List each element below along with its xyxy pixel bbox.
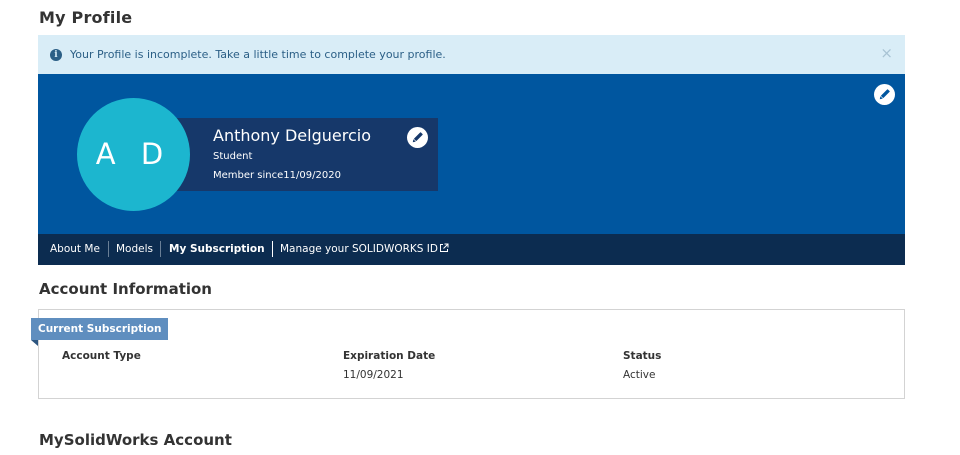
status-header: Status (623, 350, 662, 362)
mysolidworks-account-title: MySolidWorks Account (39, 431, 232, 449)
tab-about-me[interactable]: About Me (50, 243, 100, 255)
tab-my-subscription[interactable]: My Subscription (169, 243, 265, 255)
profile-name: Anthony Delguercio (213, 126, 371, 145)
member-since: Member since11/09/2020 (213, 170, 341, 181)
external-link-icon (439, 243, 449, 252)
divider (160, 241, 161, 257)
page-title: My Profile (39, 8, 133, 27)
tab-models[interactable]: Models (116, 243, 153, 255)
alert-message: Your Profile is incomplete. Take a littl… (70, 48, 446, 61)
pencil-icon (879, 89, 890, 100)
account-type-header: Account Type (62, 350, 141, 362)
profile-banner: A D Anthony Delguercio Student Member si… (38, 74, 905, 234)
pencil-icon (412, 132, 423, 143)
divider (272, 241, 273, 257)
incomplete-profile-alert: i Your Profile is incomplete. Take a lit… (38, 35, 905, 74)
expiration-date-header: Expiration Date (343, 350, 436, 362)
close-icon[interactable]: × (880, 44, 893, 62)
info-icon: i (50, 49, 62, 61)
avatar: A D (77, 98, 190, 211)
status-value: Active (623, 369, 656, 381)
edit-banner-button[interactable] (874, 84, 895, 105)
tab-manage-solidworks-id-label: Manage your SOLIDWORKS ID (280, 243, 438, 255)
current-subscription-ribbon: Current Subscription (31, 318, 169, 340)
profile-role: Student (213, 151, 253, 162)
divider (108, 241, 109, 257)
tab-manage-solidworks-id[interactable]: Manage your SOLIDWORKS ID (280, 243, 449, 255)
ribbon-fold (31, 340, 38, 346)
edit-profile-button[interactable] (407, 127, 428, 148)
expiration-date-value: 11/09/2021 (343, 369, 404, 381)
name-card: Anthony Delguercio Student Member since1… (150, 118, 438, 191)
profile-subnav: About Me Models My Subscription Manage y… (38, 234, 905, 265)
account-information-title: Account Information (39, 280, 212, 298)
